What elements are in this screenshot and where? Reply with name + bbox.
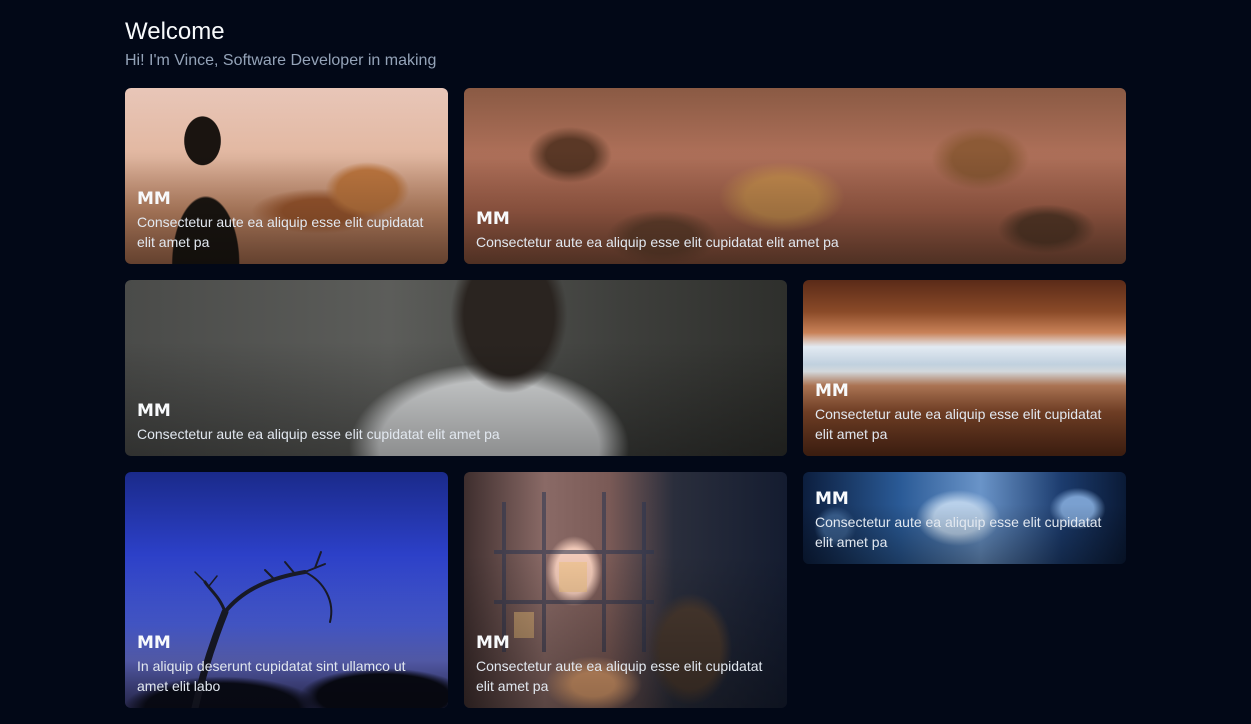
card-caption: MM Consectetur aute ea aliquip esse elit… — [476, 208, 1114, 252]
gallery-card-canyon[interactable]: MM Consectetur aute ea aliquip esse elit… — [803, 280, 1126, 456]
gallery-card-desert-man[interactable]: MM Consectetur aute ea aliquip esse elit… — [125, 88, 448, 264]
card-name: MM — [137, 633, 171, 653]
card-caption: MM Consectetur aute ea aliquip esse elit… — [815, 380, 1114, 444]
card-caption: MM Consectetur aute ea aliquip esse elit… — [137, 188, 436, 252]
card-description: Consectetur aute ea aliquip esse elit cu… — [476, 234, 839, 250]
gallery-card-robot-faces[interactable]: MM Consectetur aute ea aliquip esse elit… — [803, 472, 1126, 564]
page-subtitle: Hi! I'm Vince, Software Developer in mak… — [125, 52, 437, 69]
gallery-card-desert-rocks[interactable]: MM Consectetur aute ea aliquip esse elit… — [464, 88, 1126, 264]
card-description: Consectetur aute ea aliquip esse elit cu… — [815, 406, 1102, 442]
gallery-card-woman-portrait[interactable]: MM Consectetur aute ea aliquip esse elit… — [125, 280, 787, 456]
page: Welcome Hi! I'm Vince, Software Develope… — [0, 0, 1251, 724]
card-name: MM — [815, 489, 849, 509]
card-name: MM — [476, 209, 510, 229]
gallery-card-timber-house[interactable]: MM Consectetur aute ea aliquip esse elit… — [464, 472, 787, 708]
card-name: MM — [137, 401, 171, 421]
card-name: MM — [137, 189, 171, 209]
card-name: MM — [815, 381, 849, 401]
card-description: In aliquip deserunt cupidatat sint ullam… — [137, 658, 406, 694]
card-caption: MM Consectetur aute ea aliquip esse elit… — [815, 488, 1114, 552]
card-description: Consectetur aute ea aliquip esse elit cu… — [137, 426, 500, 442]
card-description: Consectetur aute ea aliquip esse elit cu… — [476, 658, 763, 694]
card-caption: MM In aliquip deserunt cupidatat sint ul… — [137, 632, 436, 696]
card-description: Consectetur aute ea aliquip esse elit cu… — [815, 514, 1102, 550]
gallery-card-night-sky[interactable]: MM In aliquip deserunt cupidatat sint ul… — [125, 472, 448, 708]
page-title: Welcome — [125, 18, 225, 45]
card-caption: MM Consectetur aute ea aliquip esse elit… — [137, 400, 775, 444]
card-caption: MM Consectetur aute ea aliquip esse elit… — [476, 632, 775, 696]
page-header: Welcome Hi! I'm Vince, Software Develope… — [125, 16, 436, 72]
card-description: Consectetur aute ea aliquip esse elit cu… — [137, 214, 424, 250]
card-name: MM — [476, 633, 510, 653]
